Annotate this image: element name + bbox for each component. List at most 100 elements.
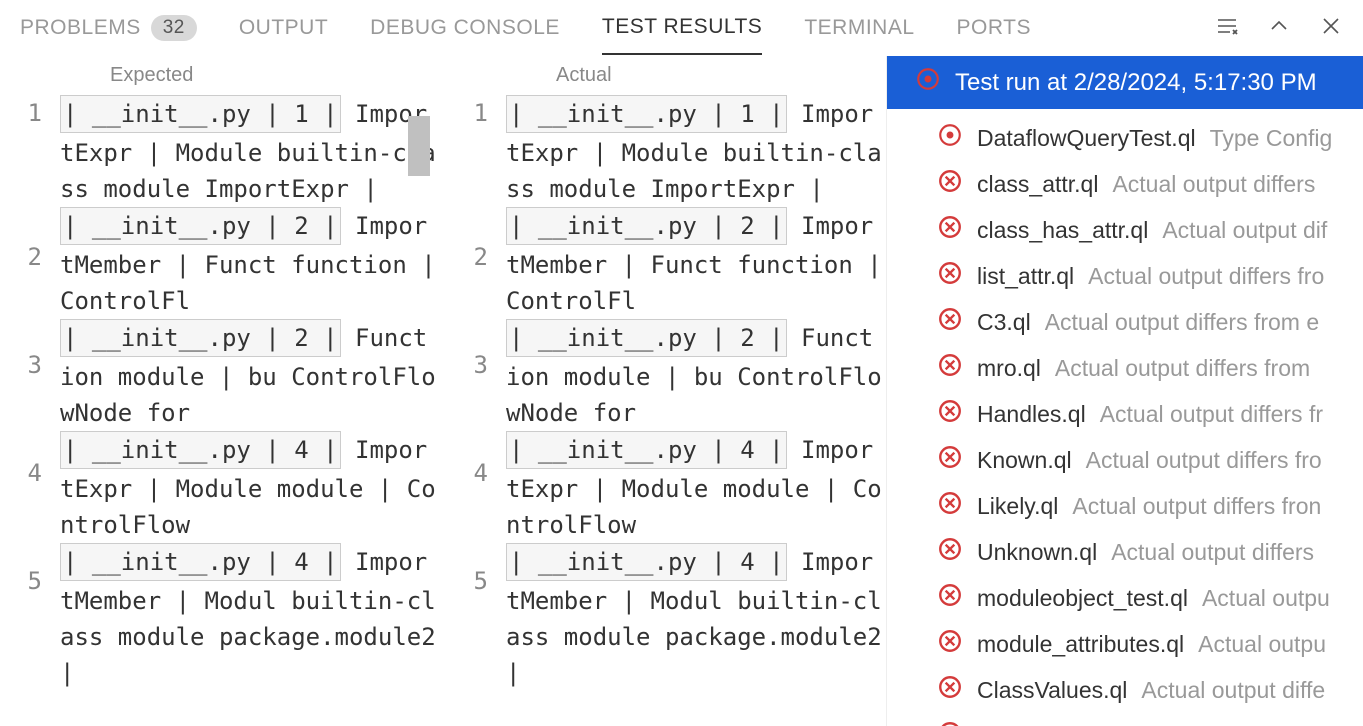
- tab-debug-console[interactable]: DEBUG CONSOLE: [370, 2, 560, 54]
- expected-code[interactable]: 12345 | __init__.py | 1 | ImportExpr | M…: [0, 95, 440, 726]
- test-message: Actual output differs fro: [1088, 263, 1324, 290]
- test-message: Actual output differs: [1112, 171, 1315, 198]
- test-message: Actual outpu: [1202, 585, 1330, 612]
- test-run-header[interactable]: Test run at 2/28/2024, 5:17:30 PM: [887, 56, 1363, 109]
- test-result-item[interactable]: Likely.ql Actual output differs fron: [887, 483, 1363, 529]
- test-file-name: ClassValues.ql: [977, 677, 1127, 704]
- test-message: Type Config: [1210, 125, 1333, 152]
- tab-output[interactable]: OUTPUT: [239, 2, 328, 54]
- test-result-item[interactable]: class_attr.ql Actual output differs: [887, 161, 1363, 207]
- test-message: Actual output differs fro: [1086, 447, 1322, 474]
- code-line: | __init__.py | 4 | ImportExpr | Module …: [506, 431, 886, 543]
- problems-count-badge: 32: [151, 15, 197, 41]
- test-file-name: moduleobject_test.ql: [977, 585, 1188, 612]
- expected-scrollbar[interactable]: [408, 116, 430, 176]
- test-result-item[interactable]: DataflowQueryTest.ql Type Config: [887, 115, 1363, 161]
- code-line: | __init__.py | 4 | ImportMember | Modul…: [506, 543, 886, 691]
- fail-icon: [937, 674, 963, 706]
- test-message: Actual output diffe: [1141, 677, 1325, 704]
- actual-pane: Actual 12345 | __init__.py | 1 | ImportE…: [446, 56, 886, 726]
- chevron-up-icon[interactable]: [1267, 14, 1291, 43]
- test-result-item[interactable]: class_has_attr.ql Actual output dif: [887, 207, 1363, 253]
- expected-pane: Expected 12345 | __init__.py | 1 | Impor…: [0, 56, 440, 726]
- test-results-content: Expected 1 2 3 4 5 | __init__.py | 1 | Impor…: [0, 56, 1363, 726]
- tab-ports[interactable]: PORTS: [957, 2, 1031, 54]
- test-run-pane: Test run at 2/28/2024, 5:17:30 PM Datafl…: [886, 56, 1363, 726]
- tab-test-results[interactable]: TEST RESULTS: [602, 1, 762, 55]
- test-message: Actual output differs fron: [1072, 493, 1321, 520]
- actual-code[interactable]: 12345 | __init__.py | 1 | ImportExpr | M…: [446, 95, 886, 726]
- fail-icon: [937, 444, 963, 476]
- fail-icon: [937, 168, 963, 200]
- expected-header: Expected: [0, 56, 440, 95]
- code-line: | __init__.py | 4 | ImportMember | Modul…: [60, 543, 440, 691]
- fail-icon: [937, 306, 963, 338]
- test-result-item[interactable]: list_attr.ql Actual output differs fro: [887, 253, 1363, 299]
- panel-actions: [1215, 14, 1343, 43]
- close-icon[interactable]: [1319, 14, 1343, 43]
- test-file-name: class_has_attr.ql: [977, 217, 1148, 244]
- test-result-item[interactable]: Unknown.ql Actual output differs: [887, 529, 1363, 575]
- panel-tab-bar: PROBLEMS 32 OUTPUT DEBUG CONSOLE TEST RE…: [0, 0, 1363, 56]
- expected-gutter: 12345: [0, 95, 60, 726]
- fail-icon: [937, 490, 963, 522]
- line-number: 3: [0, 347, 42, 383]
- test-message: Actual outpu: [1198, 631, 1326, 658]
- line-number: 2: [0, 239, 42, 275]
- test-result-item[interactable]: Known.ql Actual output differs fro: [887, 437, 1363, 483]
- actual-gutter: 12345: [446, 95, 506, 726]
- code-line: | __init__.py | 1 | ImportExpr | Module …: [60, 95, 440, 207]
- code-line: | __init__.py | 2 | ImportMember | Funct…: [60, 207, 440, 319]
- line-number: 1: [446, 95, 488, 131]
- line-number: 5: [0, 563, 42, 599]
- test-result-item[interactable]: mro.ql Actual output differs from: [887, 345, 1363, 391]
- test-message: Actual output differs from: [1055, 355, 1310, 382]
- code-line: | __init__.py | 4 | ImportExpr | Module …: [60, 431, 440, 543]
- test-result-item[interactable]: moduleobject_test.ql Actual outpu: [887, 575, 1363, 621]
- test-file-name: module_attributes.ql: [977, 631, 1184, 658]
- test-file-name: Pruned.ql: [977, 723, 1075, 726]
- test-file-name: Known.ql: [977, 447, 1072, 474]
- test-result-list: DataflowQueryTest.ql Type Config class_att…: [887, 109, 1363, 726]
- test-file-name: C3.ql: [977, 309, 1031, 336]
- test-message: Actual output differs: [1111, 539, 1314, 566]
- test-message: Actual output dif: [1162, 217, 1327, 244]
- error-icon: [915, 66, 941, 99]
- test-file-name: Unknown.ql: [977, 539, 1097, 566]
- fail-icon: [937, 720, 963, 726]
- test-result-item[interactable]: C3.ql Actual output differs from e: [887, 299, 1363, 345]
- code-line: | __init__.py | 2 | Function module | bu…: [60, 319, 440, 431]
- expected-lines: | __init__.py | 1 | ImportExpr | Module …: [60, 95, 440, 726]
- fail-icon: [937, 582, 963, 614]
- test-file-name: Handles.ql: [977, 401, 1086, 428]
- test-file-name: list_attr.ql: [977, 263, 1074, 290]
- code-line: | __init__.py | 2 | Function module | bu…: [506, 319, 886, 431]
- tab-problems-label: PROBLEMS: [20, 16, 141, 40]
- test-result-item[interactable]: Handles.ql Actual output differs fr: [887, 391, 1363, 437]
- test-file-name: mro.ql: [977, 355, 1041, 382]
- error-icon: [937, 122, 963, 154]
- fail-icon: [937, 260, 963, 292]
- line-number: 2: [446, 239, 488, 275]
- test-file-name: Likely.ql: [977, 493, 1058, 520]
- test-message: Actual output differs fr: [1100, 401, 1323, 428]
- fail-icon: [937, 628, 963, 660]
- code-line: | __init__.py | 1 | ImportExpr | Module …: [506, 95, 886, 207]
- test-message: Actual output differs from e: [1045, 309, 1319, 336]
- line-number: 4: [446, 455, 488, 491]
- tab-problems[interactable]: PROBLEMS 32: [20, 1, 197, 55]
- test-result-item[interactable]: ClassValues.ql Actual output diffe: [887, 667, 1363, 713]
- test-message: Actual output differs f: [1089, 723, 1305, 726]
- actual-header: Actual: [446, 56, 886, 95]
- tab-terminal[interactable]: TERMINAL: [804, 2, 914, 54]
- test-result-item[interactable]: Pruned.ql Actual output differs f: [887, 713, 1363, 726]
- test-run-title: Test run at 2/28/2024, 5:17:30 PM: [955, 69, 1317, 97]
- test-file-name: class_attr.ql: [977, 171, 1098, 198]
- line-number: 3: [446, 347, 488, 383]
- fail-icon: [937, 352, 963, 384]
- test-file-name: DataflowQueryTest.ql: [977, 125, 1196, 152]
- line-number: 1: [0, 95, 42, 131]
- test-result-item[interactable]: module_attributes.ql Actual outpu: [887, 621, 1363, 667]
- clear-results-icon[interactable]: [1215, 14, 1239, 43]
- fail-icon: [937, 398, 963, 430]
